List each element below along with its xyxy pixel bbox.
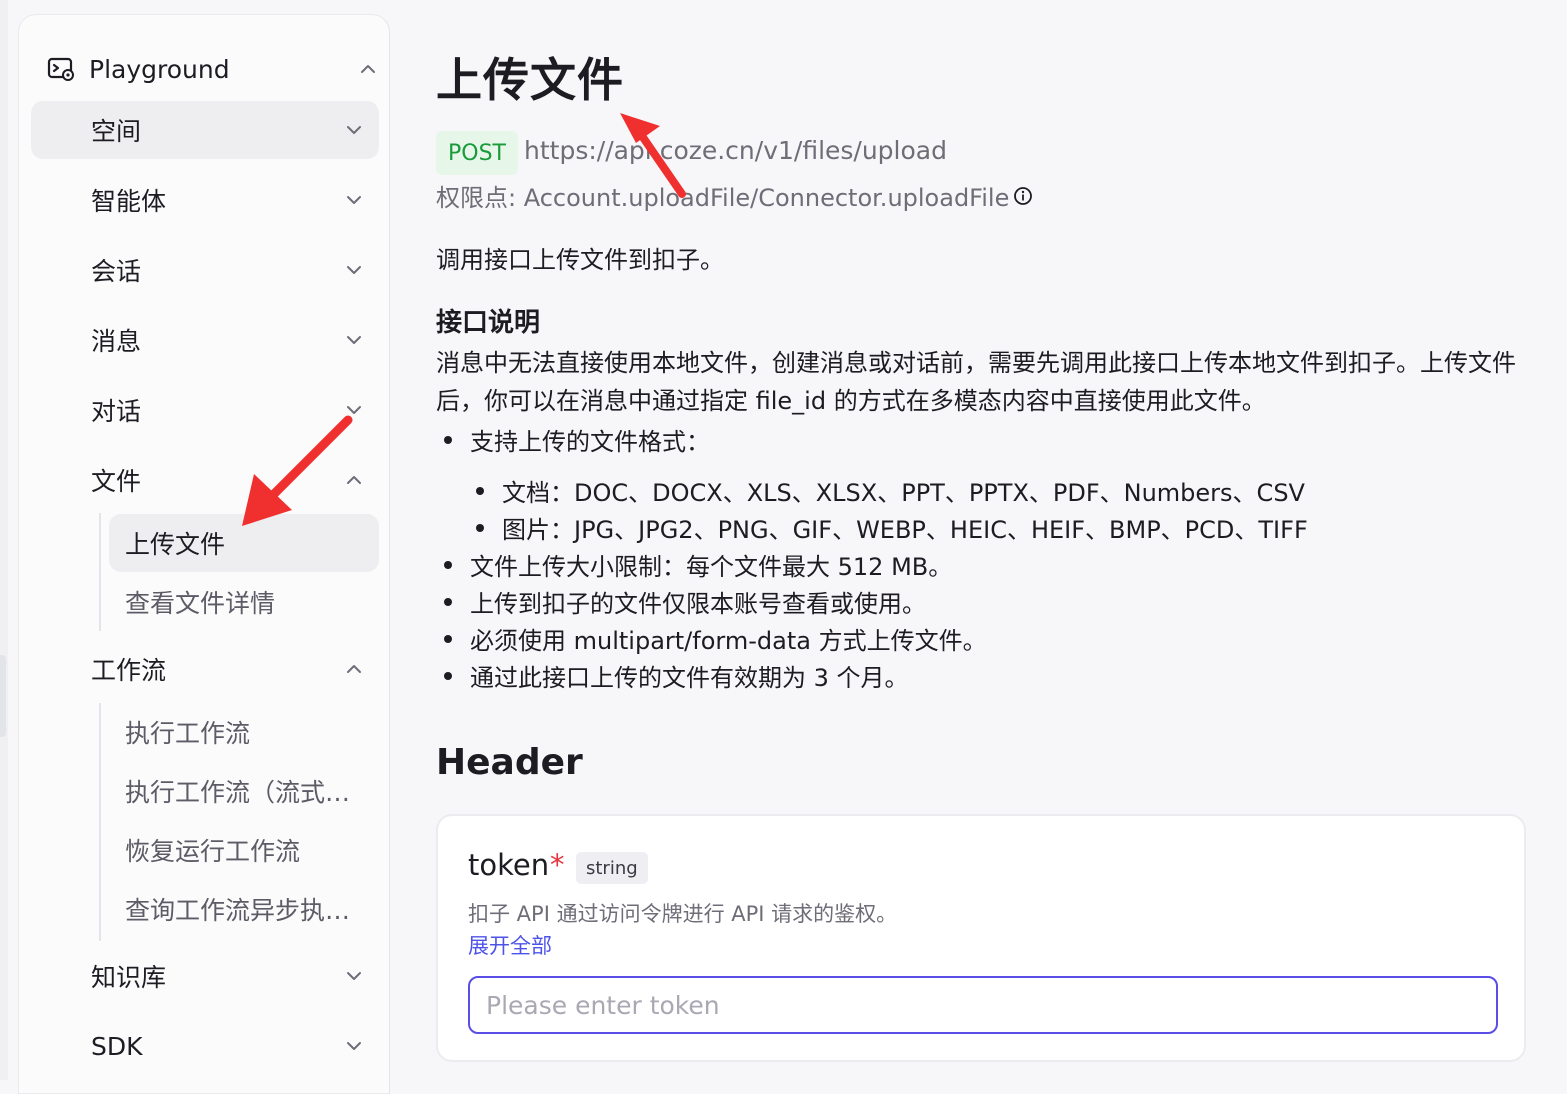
sidebar-item-label: 知识库 (91, 963, 167, 992)
sidebar-item-playground[interactable]: Playground (47, 51, 377, 87)
sidebar-item-message[interactable]: 消息 (31, 311, 379, 369)
bullet-dot (476, 523, 484, 532)
chevron-down-icon (347, 1042, 361, 1050)
sidebar-item-label: SDK (91, 1031, 143, 1061)
bullet-text: 文件上传大小限制：每个文件最大 512 MB。 (470, 553, 953, 581)
bullet-text: 上传到扣子的文件仅限本账号查看或使用。 (470, 590, 926, 618)
http-method-badge: POST (436, 131, 518, 175)
sidebar-item-label: 文件 (91, 467, 142, 496)
doc-content: 上传文件 POST https://api.coze.cn/v1/files/u… (436, 0, 1536, 1080)
bullet-item: 图片：JPG、JPG2、PNG、GIF、WEBP、HEIC、HEIF、BMP、P… (476, 510, 1308, 545)
chevron-up-icon[interactable] (359, 60, 377, 78)
chevron-down-icon (347, 336, 361, 344)
bullet-dot (444, 597, 452, 606)
api-description: 消息中无法直接使用本地文件，创建消息或对话前，需要先调用此接口上传本地文件到扣子… (436, 349, 1516, 415)
sidebar-item-knowledge[interactable]: 知识库 (31, 947, 379, 1005)
bullet-item: 上传到扣子的文件仅限本账号查看或使用。 (444, 584, 926, 619)
sidebar-subitem-view-file-detail[interactable]: 查看文件详情 (109, 573, 379, 631)
permission-text: 权限点: Account.uploadFile/Connector.upload… (436, 184, 1010, 212)
sidebar-subitem-label: 恢复运行工作流 (125, 837, 301, 866)
sidebar-subitem-upload-file[interactable]: 上传文件 (109, 514, 379, 572)
sidebar-item-agent[interactable]: 智能体 (31, 171, 379, 229)
bullet-dot (444, 634, 452, 643)
api-doc-sidebar: Playground 空间 智能体 会话 消息 对话 文件 上传文件 查看文件详… (18, 14, 390, 1094)
sidebar-subitem-label: 执行工作流 (125, 719, 251, 748)
token-input[interactable] (468, 976, 1498, 1034)
permission-row: 权限点: Account.uploadFile/Connector.upload… (436, 178, 1033, 213)
left-edge-strip (0, 0, 8, 1080)
header-section-heading: Header (436, 742, 583, 783)
bullet-dot (444, 435, 452, 444)
bullet-text: 必须使用 multipart/form-data 方式上传文件。 (470, 627, 987, 655)
section-heading: 接口说明 (436, 308, 541, 338)
sidebar-item-label: 智能体 (91, 187, 167, 216)
bullet-item: 支持上传的文件格式： (444, 422, 710, 457)
subnav-guide-line (99, 513, 101, 631)
param-type-chip: string (576, 852, 648, 884)
sidebar-subitem-query-async-run[interactable]: 查询工作流异步执… (109, 880, 379, 938)
info-icon[interactable] (1013, 186, 1033, 206)
api-intro: 调用接口上传文件到扣子。 (436, 246, 724, 274)
bullet-dot (444, 671, 452, 680)
bullet-dot (476, 486, 484, 495)
chevron-up-icon (347, 665, 361, 673)
sidebar-subitem-label: 查询工作流异步执… (125, 896, 351, 925)
sidebar-subitem-resume-workflow[interactable]: 恢复运行工作流 (109, 821, 379, 879)
sidebar-subitem-label: 查看文件详情 (125, 589, 276, 618)
chevron-down-icon (347, 196, 361, 204)
bullet-text: 通过此接口上传的文件有效期为 3 个月。 (470, 664, 909, 692)
chevron-down-icon (347, 406, 361, 414)
sidebar-item-label: 对话 (91, 397, 142, 426)
sidebar-item-workflow[interactable]: 工作流 (31, 640, 379, 698)
chevron-down-icon (347, 972, 361, 980)
bullet-text: 图片：JPG、JPG2、PNG、GIF、WEBP、HEIC、HEIF、BMP、P… (502, 516, 1308, 544)
left-edge-tab[interactable] (0, 655, 6, 737)
sidebar-item-label: 会话 (91, 257, 142, 286)
bullet-item: 通过此接口上传的文件有效期为 3 个月。 (444, 658, 909, 693)
header-param-card: token * string 扣子 API 通过访问令牌进行 API 请求的鉴权… (436, 814, 1526, 1062)
bullet-item: 文件上传大小限制：每个文件最大 512 MB。 (444, 547, 952, 582)
required-marker: * (550, 848, 565, 882)
sidebar-item-sdk[interactable]: SDK (31, 1017, 379, 1075)
sidebar-subitem-label: 上传文件 (125, 530, 226, 559)
sidebar-item-conversation[interactable]: 会话 (31, 241, 379, 299)
expand-all-link[interactable]: 展开全部 (468, 930, 552, 960)
subnav-guide-line (99, 703, 101, 941)
bullet-text: 文档：DOC、DOCX、XLS、XLSX、PPT、PPTX、PDF、Number… (502, 479, 1305, 507)
sidebar-item-file[interactable]: 文件 (31, 451, 379, 509)
sidebar-item-label: 空间 (91, 117, 142, 146)
sidebar-subitem-run-workflow[interactable]: 执行工作流 (109, 703, 379, 761)
endpoint-url: https://api.coze.cn/v1/files/upload (524, 136, 947, 165)
sidebar-item-chat[interactable]: 对话 (31, 381, 379, 439)
param-name: token (468, 848, 550, 882)
sidebar-item-label: 工作流 (91, 656, 167, 685)
sidebar-subitem-run-workflow-stream[interactable]: 执行工作流（流式… (109, 762, 379, 820)
bullet-item: 文档：DOC、DOCX、XLS、XLSX、PPT、PPTX、PDF、Number… (476, 473, 1305, 508)
bullet-dot (444, 560, 452, 569)
chevron-down-icon (347, 126, 361, 134)
bullet-item: 必须使用 multipart/form-data 方式上传文件。 (444, 621, 987, 656)
sidebar-subitem-label: 执行工作流（流式… (125, 778, 351, 807)
page-title: 上传文件 (436, 53, 624, 107)
param-description: 扣子 API 通过访问令牌进行 API 请求的鉴权。 (468, 902, 898, 926)
chevron-up-icon (347, 476, 361, 484)
sidebar-item-label: Playground (89, 54, 230, 84)
bullet-text: 支持上传的文件格式： (470, 428, 710, 456)
sidebar-item-space[interactable]: 空间 (31, 101, 379, 159)
chevron-down-icon (347, 266, 361, 274)
playground-icon (47, 57, 74, 81)
sidebar-item-label: 消息 (91, 327, 142, 356)
